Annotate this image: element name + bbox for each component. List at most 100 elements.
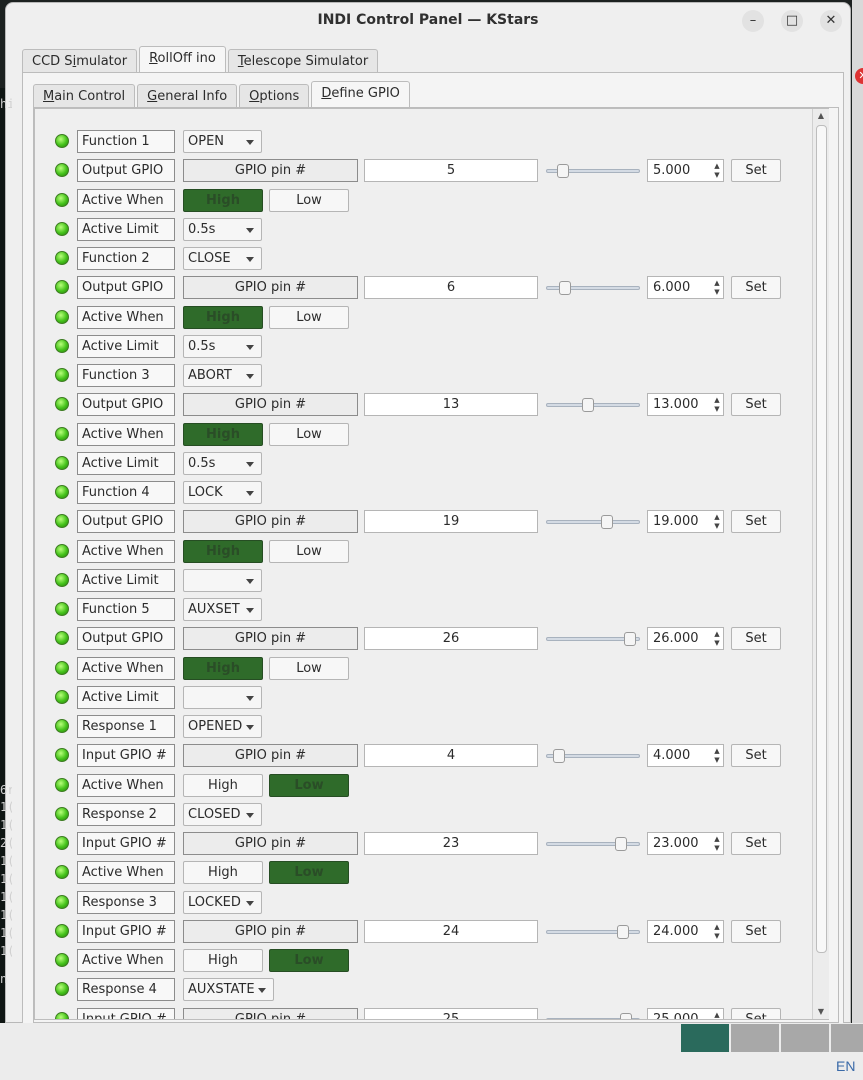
tab-group-2[interactable]: Options — [239, 84, 310, 108]
spin-down-icon[interactable]: ▼ — [713, 522, 721, 530]
gpio-pin-spinbox[interactable]: 4.000 ▲ ▼ — [647, 744, 724, 767]
tab-device-1[interactable]: RollOff ino — [139, 46, 226, 73]
spin-up-icon[interactable]: ▲ — [713, 279, 721, 287]
gpio-pin-slider[interactable] — [546, 749, 640, 763]
set-button[interactable]: Set — [731, 510, 781, 533]
gpio-pin-spinbox[interactable]: 5.000 ▲ ▼ — [647, 159, 724, 182]
spin-down-icon[interactable]: ▼ — [713, 288, 721, 296]
active-high-button[interactable]: High — [183, 540, 263, 563]
property-select[interactable]: CLOSE — [183, 247, 262, 270]
gpio-pin-slider[interactable] — [546, 1013, 640, 1019]
spin-down-icon[interactable]: ▼ — [713, 844, 721, 852]
property-select[interactable]: OPENED — [183, 715, 262, 738]
property-select[interactable]: 0.5s — [183, 335, 262, 358]
tab-group-0[interactable]: Main Control — [33, 84, 136, 108]
spin-up-icon[interactable]: ▲ — [713, 162, 721, 170]
active-low-button[interactable]: Low — [269, 657, 349, 680]
property-select[interactable]: AUXSTATE — [183, 978, 274, 1001]
spin-up-icon[interactable]: ▲ — [713, 396, 721, 404]
active-high-button[interactable]: High — [183, 861, 263, 884]
set-button[interactable]: Set — [731, 393, 781, 416]
active-high-button[interactable]: High — [183, 774, 263, 797]
active-low-button[interactable]: Low — [269, 774, 349, 797]
set-button[interactable]: Set — [731, 744, 781, 767]
property-select[interactable]: LOCK — [183, 481, 262, 504]
gpio-pin-slider[interactable] — [546, 925, 640, 939]
spin-up-icon[interactable]: ▲ — [713, 1011, 721, 1019]
property-select[interactable]: 0.5s — [183, 218, 262, 241]
spin-up-icon[interactable]: ▲ — [713, 630, 721, 638]
spin-up-icon[interactable]: ▲ — [713, 835, 721, 843]
tray-slot[interactable] — [731, 1024, 779, 1052]
property-select[interactable]: 0.5s — [183, 452, 262, 475]
spin-up-icon[interactable]: ▲ — [713, 513, 721, 521]
slider-handle[interactable] — [614, 837, 627, 851]
active-low-button[interactable]: Low — [269, 949, 349, 972]
active-low-button[interactable]: Low — [269, 423, 349, 446]
spin-up-icon[interactable]: ▲ — [713, 747, 721, 755]
maximize-icon[interactable]: □ — [781, 10, 803, 32]
minimize-icon[interactable]: – — [742, 10, 764, 32]
gpio-pin-slider[interactable] — [546, 515, 640, 529]
gpio-pin-slider[interactable] — [546, 398, 640, 412]
property-select[interactable] — [183, 569, 262, 592]
slider-handle[interactable] — [552, 749, 565, 763]
spin-down-icon[interactable]: ▼ — [713, 639, 721, 647]
spin-down-icon[interactable]: ▼ — [713, 756, 721, 764]
set-button[interactable]: Set — [731, 159, 781, 182]
active-high-button[interactable]: High — [183, 306, 263, 329]
active-high-button[interactable]: High — [183, 949, 263, 972]
property-select[interactable]: OPEN — [183, 130, 262, 153]
tray-app-icon[interactable] — [681, 1024, 729, 1052]
gpio-pin-spinbox[interactable]: 26.000 ▲ ▼ — [647, 627, 724, 650]
property-select[interactable]: LOCKED — [183, 891, 262, 914]
slider-handle[interactable] — [623, 632, 636, 646]
property-select[interactable] — [183, 686, 262, 709]
scroll-up-icon[interactable]: ▲ — [813, 109, 829, 123]
tab-device-0[interactable]: CCD Simulator — [22, 49, 138, 73]
tab-group-3[interactable]: Define GPIO — [311, 81, 410, 108]
spin-down-icon[interactable]: ▼ — [713, 932, 721, 940]
gpio-pin-spinbox[interactable]: 13.000 ▲ ▼ — [647, 393, 724, 416]
active-high-button[interactable]: High — [183, 657, 263, 680]
set-button[interactable]: Set — [731, 832, 781, 855]
spin-down-icon[interactable]: ▼ — [713, 405, 721, 413]
close-icon[interactable]: ✕ — [820, 10, 842, 32]
set-button[interactable]: Set — [731, 1008, 781, 1019]
keyboard-language-indicator[interactable]: EN — [836, 1058, 855, 1074]
scrollbar-thumb[interactable] — [816, 125, 827, 953]
slider-handle[interactable] — [559, 281, 572, 295]
slider-handle[interactable] — [617, 925, 630, 939]
slider-handle[interactable] — [556, 164, 569, 178]
set-button[interactable]: Set — [731, 276, 781, 299]
active-low-button[interactable]: Low — [269, 306, 349, 329]
active-low-button[interactable]: Low — [269, 189, 349, 212]
gpio-pin-spinbox[interactable]: 19.000 ▲ ▼ — [647, 510, 724, 533]
slider-handle[interactable] — [600, 515, 613, 529]
property-select[interactable]: CLOSED — [183, 803, 262, 826]
vertical-scrollbar[interactable]: ▲ ▼ — [812, 109, 829, 1019]
tray-slot[interactable] — [831, 1024, 863, 1052]
spin-up-icon[interactable]: ▲ — [713, 923, 721, 931]
set-button[interactable]: Set — [731, 627, 781, 650]
active-high-button[interactable]: High — [183, 189, 263, 212]
gpio-pin-slider[interactable] — [546, 632, 640, 646]
active-low-button[interactable]: Low — [269, 540, 349, 563]
gpio-pin-spinbox[interactable]: 6.000 ▲ ▼ — [647, 276, 724, 299]
tray-slot[interactable] — [781, 1024, 829, 1052]
set-button[interactable]: Set — [731, 920, 781, 943]
active-low-button[interactable]: Low — [269, 861, 349, 884]
gpio-pin-spinbox[interactable]: 23.000 ▲ ▼ — [647, 832, 724, 855]
active-high-button[interactable]: High — [183, 423, 263, 446]
gpio-pin-spinbox[interactable]: 24.000 ▲ ▼ — [647, 920, 724, 943]
gpio-pin-spinbox[interactable]: 25.000▲▼ — [647, 1008, 724, 1019]
slider-handle[interactable] — [582, 398, 595, 412]
gpio-pin-slider[interactable] — [546, 837, 640, 851]
spin-down-icon[interactable]: ▼ — [713, 171, 721, 179]
gpio-pin-slider[interactable] — [546, 281, 640, 295]
property-select[interactable]: ABORT — [183, 364, 262, 387]
gpio-scroll-area[interactable]: Function 1 OPEN Output GPIO GPIO pin # 5 5.00… — [34, 108, 829, 1020]
tab-device-2[interactable]: Telescope Simulator — [227, 49, 379, 73]
scroll-down-icon[interactable]: ▼ — [813, 1005, 829, 1019]
tab-group-1[interactable]: General Info — [137, 84, 238, 108]
